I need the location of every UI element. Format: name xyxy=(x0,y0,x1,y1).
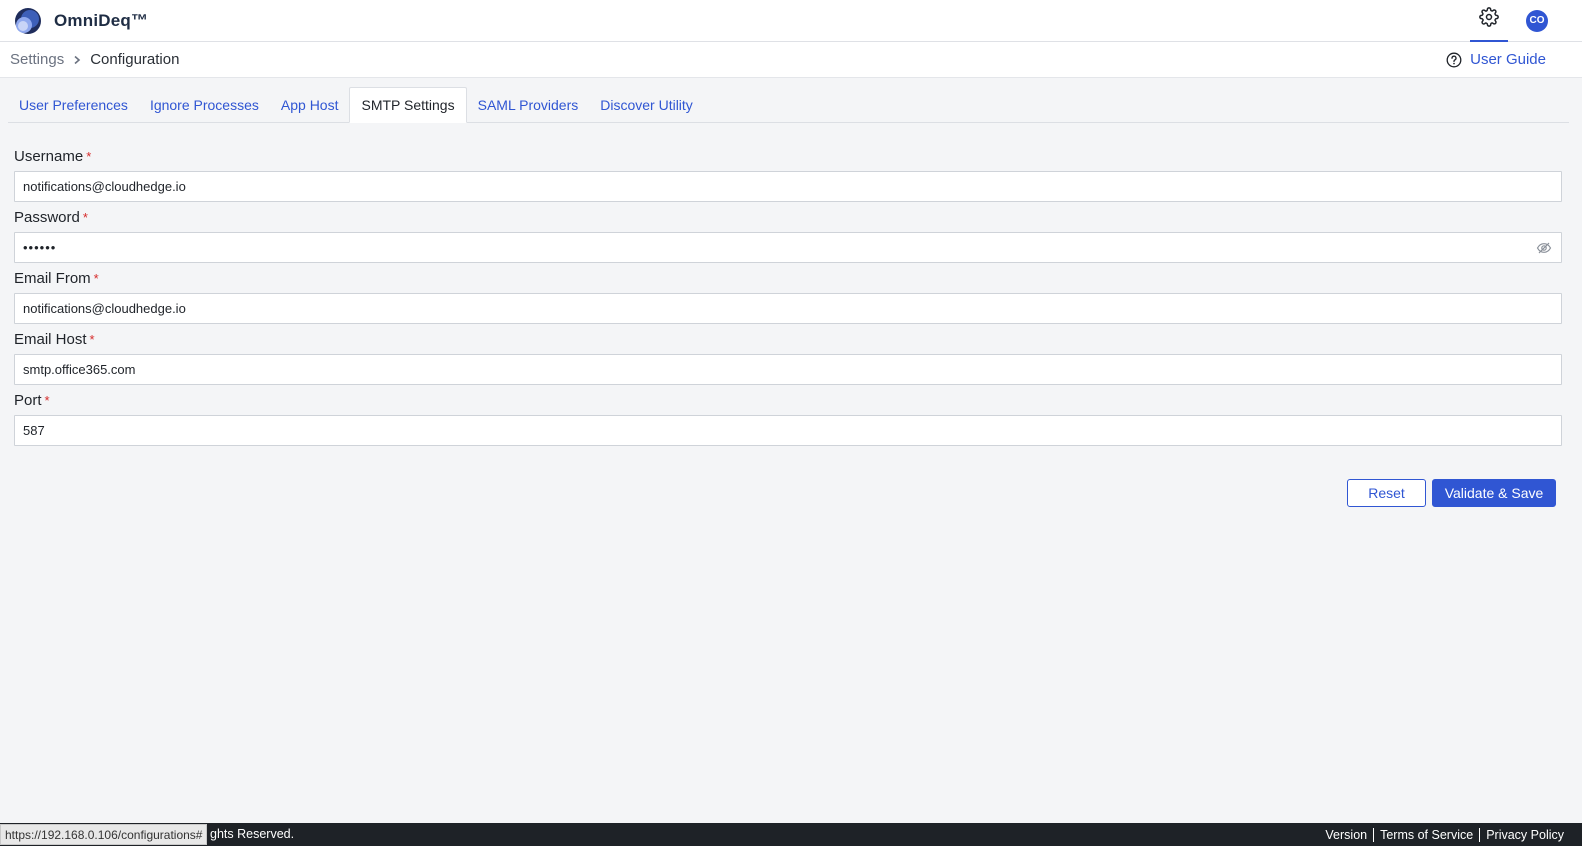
required-marker: * xyxy=(89,332,95,347)
form-actions: Reset Validate & Save xyxy=(1347,479,1556,507)
top-header: OmniDeq™ CO xyxy=(0,0,1582,42)
username-field-group: Username * xyxy=(14,147,1562,202)
omnideq-logo-icon xyxy=(14,7,42,35)
port-field-group: Port * xyxy=(14,391,1562,446)
breadcrumb-bar: Settings Configuration User Guide xyxy=(0,42,1582,78)
email-host-input[interactable] xyxy=(14,354,1562,385)
status-bar-url: https://192.168.0.106/configurations# xyxy=(0,824,208,845)
user-avatar[interactable]: CO xyxy=(1526,9,1548,32)
breadcrumb-settings-link[interactable]: Settings xyxy=(10,51,64,68)
reset-button[interactable]: Reset xyxy=(1347,479,1426,507)
user-guide-link[interactable]: User Guide xyxy=(1446,51,1546,68)
app-logo[interactable]: OmniDeq™ xyxy=(14,7,148,35)
settings-tabs: User Preferences Ignore Processes App Ho… xyxy=(8,87,1569,123)
password-field-group: Password * xyxy=(14,208,1562,263)
question-circle-icon xyxy=(1446,52,1462,68)
page-footer: https://192.168.0.106/configurations# gh… xyxy=(0,823,1582,846)
settings-button[interactable] xyxy=(1470,0,1508,42)
user-guide-label: User Guide xyxy=(1470,51,1546,68)
tab-ignore-processes[interactable]: Ignore Processes xyxy=(139,87,270,122)
port-input[interactable] xyxy=(14,415,1562,446)
email-from-label: Email From * xyxy=(14,270,99,287)
username-label: Username * xyxy=(14,148,92,165)
email-from-field-group: Email From * xyxy=(14,269,1562,324)
email-from-input[interactable] xyxy=(14,293,1562,324)
tab-discover-utility[interactable]: Discover Utility xyxy=(589,87,704,122)
required-marker: * xyxy=(44,393,50,408)
email-host-label: Email Host * xyxy=(14,331,95,348)
breadcrumb: Settings Configuration xyxy=(10,51,179,68)
eye-slash-icon[interactable] xyxy=(1536,240,1552,256)
tab-user-preferences[interactable]: User Preferences xyxy=(8,87,139,122)
email-host-field-group: Email Host * xyxy=(14,330,1562,385)
chevron-right-icon xyxy=(72,55,82,65)
footer-link-terms[interactable]: Terms of Service xyxy=(1373,827,1479,842)
required-marker: * xyxy=(82,210,88,225)
password-label: Password * xyxy=(14,209,88,226)
required-marker: * xyxy=(86,149,92,164)
footer-link-privacy[interactable]: Privacy Policy xyxy=(1479,827,1570,842)
smtp-settings-form: Username* Password* Email From* Email Ho… xyxy=(14,147,1562,452)
footer-link-version[interactable]: Version xyxy=(1319,828,1373,842)
port-label: Port * xyxy=(14,392,50,409)
app-name: OmniDeq™ xyxy=(54,10,149,30)
tab-app-host[interactable]: App Host xyxy=(270,87,350,122)
footer-links: Version Terms of Service Privacy Policy xyxy=(1319,827,1570,842)
tab-smtp-settings[interactable]: SMTP Settings xyxy=(349,87,467,123)
required-marker: * xyxy=(93,271,99,286)
password-input[interactable] xyxy=(14,232,1562,263)
copyright-text: ghts Reserved. xyxy=(210,827,295,841)
validate-save-button[interactable]: Validate & Save xyxy=(1432,479,1556,507)
username-input[interactable] xyxy=(14,171,1562,202)
tab-saml-providers[interactable]: SAML Providers xyxy=(467,87,590,122)
gear-icon xyxy=(1479,7,1499,32)
breadcrumb-current: Configuration xyxy=(90,51,180,68)
